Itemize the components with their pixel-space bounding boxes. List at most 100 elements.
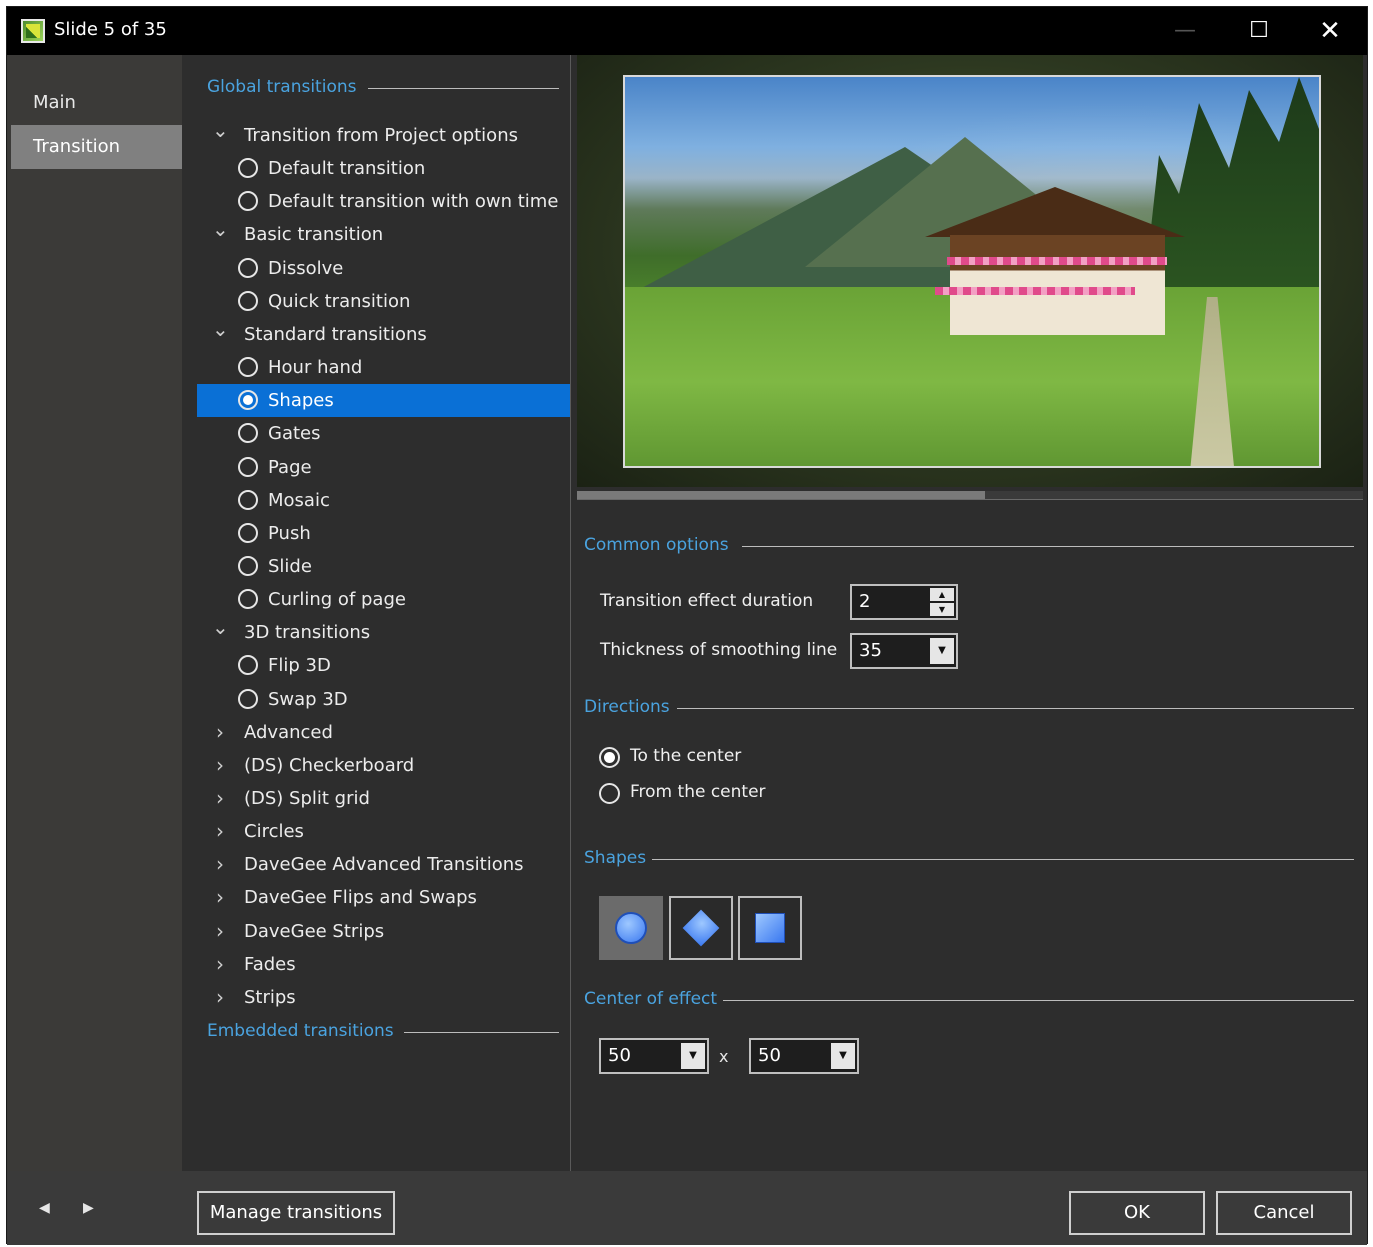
circle-shape-icon xyxy=(615,912,647,944)
radio-icon[interactable] xyxy=(238,522,258,543)
chevron-down-icon[interactable]: ⌄ xyxy=(212,119,229,152)
tree-group[interactable]: › Fades xyxy=(197,948,570,981)
tree-item[interactable]: Hour hand xyxy=(197,351,570,384)
shape-circle-button[interactable] xyxy=(599,896,663,960)
radio-icon[interactable] xyxy=(238,655,258,676)
chevron-right-icon[interactable]: › xyxy=(212,716,228,749)
radio-icon[interactable] xyxy=(238,357,258,378)
duration-spinner[interactable]: 2 ▲ ▼ xyxy=(850,584,958,620)
center-x-combo[interactable]: 50 ▼ xyxy=(599,1038,709,1074)
tree-group[interactable]: › (DS) Checkerboard xyxy=(197,749,570,782)
preview-progress-bar[interactable] xyxy=(577,491,1363,499)
radio-icon[interactable] xyxy=(238,390,258,411)
tree-item[interactable]: Flip 3D xyxy=(197,649,570,682)
tree-group-label: (DS) Checkerboard xyxy=(244,754,415,776)
spin-up-icon[interactable]: ▲ xyxy=(930,588,954,601)
radio-icon[interactable] xyxy=(238,158,258,179)
cancel-button[interactable]: Cancel xyxy=(1216,1191,1352,1235)
nav-item-main[interactable]: Main xyxy=(11,81,182,125)
tree-group-label: Basic transition xyxy=(244,224,384,246)
tree-group-label: DaveGee Flips and Swaps xyxy=(244,887,477,909)
radio-icon[interactable] xyxy=(238,257,258,278)
ok-button[interactable]: OK xyxy=(1069,1191,1205,1235)
from-center-radio[interactable] xyxy=(599,783,620,804)
transition-preview xyxy=(577,55,1363,487)
chevron-down-icon[interactable]: ⌄ xyxy=(212,218,229,251)
center-x-value[interactable]: 50 xyxy=(608,1040,631,1072)
shapes-header: Shapes xyxy=(584,848,647,868)
chevron-right-icon[interactable]: › xyxy=(212,915,228,948)
tree-item[interactable]: Page xyxy=(197,451,570,484)
tree-group[interactable]: ⌄ Basic transition xyxy=(197,218,570,251)
radio-icon[interactable] xyxy=(238,589,258,610)
tree-item-label: Default transition xyxy=(268,158,426,180)
preview-progress-thumb[interactable] xyxy=(577,491,985,499)
radio-icon[interactable] xyxy=(238,489,258,510)
tree-item[interactable]: Push xyxy=(197,517,570,550)
tree-group[interactable]: › Circles xyxy=(197,815,570,848)
tree-group-label: Strips xyxy=(244,986,296,1008)
maximize-icon[interactable]: ☐ xyxy=(1229,7,1289,55)
radio-icon[interactable] xyxy=(238,290,258,311)
tree-item[interactable]: Shapes xyxy=(197,384,570,418)
tree-group-label: Circles xyxy=(244,821,304,843)
chevron-right-icon[interactable]: › xyxy=(212,848,228,881)
shape-diamond-button[interactable] xyxy=(669,896,733,960)
spin-down-icon[interactable]: ▼ xyxy=(930,603,954,616)
thickness-combo[interactable]: 35 ▼ xyxy=(850,633,958,669)
chevron-down-icon[interactable]: ⌄ xyxy=(212,616,229,649)
thickness-value[interactable]: 35 xyxy=(859,635,882,667)
tree-group[interactable]: ⌄ Transition from Project options xyxy=(197,119,570,152)
tree-item[interactable]: Dissolve xyxy=(197,252,570,285)
transitions-tree-panel: Global transitions ⌄ Transition from Proj… xyxy=(182,55,571,1171)
manage-transitions-button[interactable]: Manage transitions xyxy=(197,1191,395,1235)
chevron-right-icon[interactable]: › xyxy=(212,782,228,815)
tree-item[interactable]: Slide xyxy=(197,550,570,583)
chevron-right-icon[interactable]: › xyxy=(212,881,228,914)
chevron-right-icon[interactable]: › xyxy=(212,749,228,782)
previous-slide-icon[interactable]: ◀ xyxy=(39,1200,50,1216)
close-icon[interactable]: ✕ xyxy=(1300,7,1360,55)
radio-icon[interactable] xyxy=(238,555,258,576)
center-y-value[interactable]: 50 xyxy=(758,1040,781,1072)
chevron-right-icon[interactable]: › xyxy=(212,815,228,848)
tree-group-label: DaveGee Advanced Transitions xyxy=(244,854,524,876)
chevron-down-icon[interactable]: ⌄ xyxy=(212,318,229,351)
tree-item[interactable]: Swap 3D xyxy=(197,683,570,716)
shape-square-button[interactable] xyxy=(738,896,802,960)
chevron-right-icon[interactable]: › xyxy=(212,981,228,1014)
tree-group[interactable]: › DaveGee Flips and Swaps xyxy=(197,881,570,914)
chevron-down-icon[interactable]: ▼ xyxy=(681,1043,705,1069)
tree-group[interactable]: › DaveGee Strips xyxy=(197,915,570,948)
tree-item[interactable]: Quick transition xyxy=(197,285,570,318)
tree-item-label: Hour hand xyxy=(268,357,363,379)
tree-group[interactable]: › Strips xyxy=(197,981,570,1014)
radio-icon[interactable] xyxy=(238,456,258,477)
section-divider xyxy=(723,1000,1354,1001)
tree-group[interactable]: › (DS) Split grid xyxy=(197,782,570,815)
duration-value[interactable]: 2 xyxy=(859,586,870,618)
radio-icon[interactable] xyxy=(238,191,258,212)
tree-item-label: Shapes xyxy=(268,390,334,412)
chevron-right-icon[interactable]: › xyxy=(212,948,228,981)
minimize-icon[interactable]: — xyxy=(1155,7,1215,55)
tree-item[interactable]: Default transition with own time xyxy=(197,185,570,218)
tree-group[interactable]: ⌄ Standard transitions xyxy=(197,318,570,351)
tree-item[interactable]: Gates xyxy=(197,417,570,450)
from-center-label[interactable]: From the center xyxy=(630,782,766,802)
tree-item[interactable]: Default transition xyxy=(197,152,570,185)
tree-group[interactable]: › DaveGee Advanced Transitions xyxy=(197,848,570,881)
tree-item[interactable]: Mosaic xyxy=(197,484,570,517)
radio-icon[interactable] xyxy=(238,688,258,709)
tree-item[interactable]: Curling of page xyxy=(197,583,570,616)
to-center-radio[interactable] xyxy=(599,747,620,768)
to-center-label[interactable]: To the center xyxy=(630,746,741,766)
tree-group[interactable]: ⌄ 3D transitions xyxy=(197,616,570,649)
tree-group[interactable]: › Advanced xyxy=(197,716,570,749)
chevron-down-icon[interactable]: ▼ xyxy=(930,638,954,664)
center-y-combo[interactable]: 50 ▼ xyxy=(749,1038,859,1074)
next-slide-icon[interactable]: ▶ xyxy=(83,1200,94,1216)
nav-item-transition[interactable]: Transition xyxy=(11,125,182,169)
radio-icon[interactable] xyxy=(238,423,258,444)
chevron-down-icon[interactable]: ▼ xyxy=(831,1043,855,1069)
